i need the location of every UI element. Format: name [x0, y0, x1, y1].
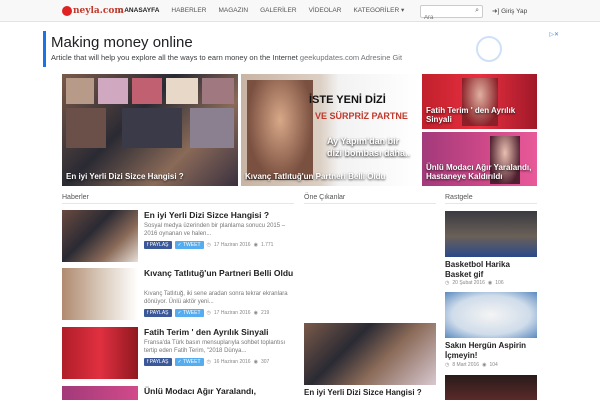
divider — [445, 203, 537, 204]
nav-item-galleries[interactable]: GALERİLER — [254, 0, 303, 22]
random-title-1[interactable]: Basketbol Harika Basket gif — [445, 260, 537, 280]
eye-icon: ◉ — [253, 242, 258, 248]
featured-caption[interactable]: Ünlü Modacı Ağır Yaralandı, Hastaneye Ka… — [426, 163, 537, 182]
featured-tile-4[interactable]: Ünlü Modacı Ağır Yaralandı, Hastaneye Ka… — [422, 132, 537, 186]
photo-thumb — [166, 78, 198, 104]
photo-thumb — [98, 78, 128, 104]
clock-icon: ◷ — [206, 310, 211, 316]
section-title-random: Rastgele — [445, 194, 473, 201]
divider — [62, 203, 294, 204]
photo-thumb — [190, 108, 234, 148]
section-title-news: Haberler — [62, 194, 89, 201]
news-thumb-4[interactable] — [62, 386, 138, 400]
actor-photo — [247, 80, 313, 180]
featured-tile-2[interactable]: İSTE YENİ DİZİ VE SÜRPRİZ PARTNE Ay Yapı… — [241, 74, 418, 186]
overlay-text-line3: Ay Yapım'dan bir — [327, 136, 400, 146]
random-meta-1: ◷ 20 Şubat 2016 ◉ 106 — [445, 280, 504, 286]
news-thumb-1[interactable] — [62, 210, 138, 262]
clock-icon: ◷ — [445, 362, 450, 368]
nav-item-news[interactable]: HABERLER — [165, 0, 212, 22]
photo-thumb — [132, 78, 162, 104]
highlight-thumb[interactable] — [304, 323, 436, 385]
featured-caption[interactable]: En iyi Yerli Dizi Sizce Hangisi ? — [66, 172, 184, 182]
news-meta-1: f PAYLAŞ ✓ TWEET ◷ 17 Haziran 2016 ◉ 1.771 — [144, 241, 273, 249]
random-thumb-2[interactable] — [445, 292, 537, 338]
top-navbar: neyla.com ⌂ ANASAYFA HABERLER MAGAZIN GAL… — [0, 0, 600, 24]
clock-icon: ◷ — [206, 242, 211, 248]
eye-icon: ◉ — [253, 310, 258, 316]
eye-icon: ◉ — [253, 359, 258, 365]
news-title-1[interactable]: En iyi Yerli Dizi Sizce Hangisi ? — [144, 210, 294, 221]
random-title-2[interactable]: Sakın Hergün Aspirin İçmeyin! — [445, 341, 537, 361]
nav-item-categories[interactable]: KATEGORİLER ▾ — [347, 0, 410, 22]
overlay-text-line4: dizi bombası daha.. — [327, 148, 411, 158]
featured-tile-3[interactable]: Fatih Terim ' den Ayrılık Sinyali — [422, 74, 537, 129]
random-meta-2: ◷ 8 Mart 2016 ◉ 104 — [445, 362, 498, 368]
ad-title[interactable]: Making money online — [51, 34, 193, 51]
random-thumb-3[interactable] — [445, 375, 537, 400]
facebook-share-button[interactable]: f PAYLAŞ — [144, 241, 172, 249]
overlay-text-line2: VE SÜRPRİZ PARTNE — [315, 111, 408, 121]
ad-description: Article that will help you explore all t… — [51, 53, 403, 62]
news-meta-2: f PAYLAŞ ✓ TWEET ◷ 17 Haziran 2016 ◉ 219 — [144, 309, 269, 317]
main-nav: ⌂ ANASAYFA HABERLER MAGAZIN GALERİLER VİD… — [112, 0, 410, 22]
news-meta-3: f PAYLAŞ ✓ TWEET ◷ 16 Haziran 2016 ◉ 307 — [144, 358, 269, 366]
random-thumb-1[interactable] — [445, 211, 537, 257]
news-thumb-3[interactable] — [62, 327, 138, 379]
login-icon: ➜] — [492, 8, 502, 15]
photo-thumb — [66, 78, 94, 104]
news-desc-3: Fransa'da Türk basın mensuplarıyla sohbe… — [144, 340, 286, 354]
ad-arrow-icon[interactable] — [476, 36, 502, 62]
search-box: ⌕ — [420, 5, 483, 24]
news-desc-1: Sosyal medya üzerinden bir planlama sonu… — [144, 223, 286, 237]
news-title-2[interactable]: Kıvanç Tatlıtuğ'un Partneri Belli Oldu — [144, 268, 294, 279]
search-icon[interactable]: ⌕ — [475, 7, 479, 15]
home-icon: ⌂ — [118, 7, 123, 14]
facebook-share-button[interactable]: f PAYLAŞ — [144, 309, 172, 317]
ad-banner[interactable]: Making money online Article that will he… — [43, 31, 559, 67]
tweet-button[interactable]: ✓ TWEET — [174, 358, 204, 366]
eye-icon: ◉ — [487, 280, 493, 286]
photo-thumb — [202, 78, 234, 104]
tweet-button[interactable]: ✓ TWEET — [174, 241, 204, 249]
nav-item-videos[interactable]: VİDEOLAR — [303, 0, 348, 22]
clock-icon: ◷ — [206, 359, 211, 365]
clock-icon: ◷ — [445, 280, 450, 286]
section-title-highlights: Öne Çıkanlar — [304, 194, 346, 201]
photo-thumb — [122, 108, 182, 148]
login-link[interactable]: ➜] Giriş Yap — [492, 7, 527, 15]
eye-icon: ◉ — [482, 362, 487, 368]
ad-domain[interactable]: geekupdates.com Adresine Git — [300, 53, 402, 62]
facebook-share-button[interactable]: f PAYLAŞ — [144, 358, 172, 366]
highlight-title[interactable]: En iyi Yerli Dizi Sizce Hangisi ? — [304, 388, 444, 398]
nav-item-home[interactable]: ⌂ ANASAYFA — [112, 0, 165, 22]
nav-item-magazine[interactable]: MAGAZIN — [212, 0, 254, 22]
featured-tile-1[interactable]: En iyi Yerli Dizi Sizce Hangisi ? — [62, 74, 238, 186]
photo-thumb — [66, 108, 106, 148]
featured-caption[interactable]: Fatih Terim ' den Ayrılık Sinyali — [426, 106, 537, 125]
divider — [304, 203, 436, 204]
logo-mark-icon — [62, 6, 72, 16]
overlay-text-line1: İSTE YENİ DİZİ — [309, 94, 386, 106]
tweet-button[interactable]: ✓ TWEET — [174, 309, 204, 317]
featured-caption[interactable]: Kıvanç Tatlıtuğ'un Partneri Belli Oldu — [245, 172, 385, 182]
news-title-4[interactable]: Ünlü Modacı Ağır Yaralandı, — [144, 386, 294, 397]
news-desc-2: Kıvanç Tatlıtuğ, iki sene aradan sonra t… — [144, 291, 288, 305]
search-input[interactable] — [421, 12, 471, 24]
ad-close-icon[interactable]: ▷✕ — [549, 31, 559, 38]
news-title-3[interactable]: Fatih Terim ' den Ayrılık Sinyali — [144, 327, 294, 338]
news-thumb-2[interactable] — [62, 268, 138, 320]
